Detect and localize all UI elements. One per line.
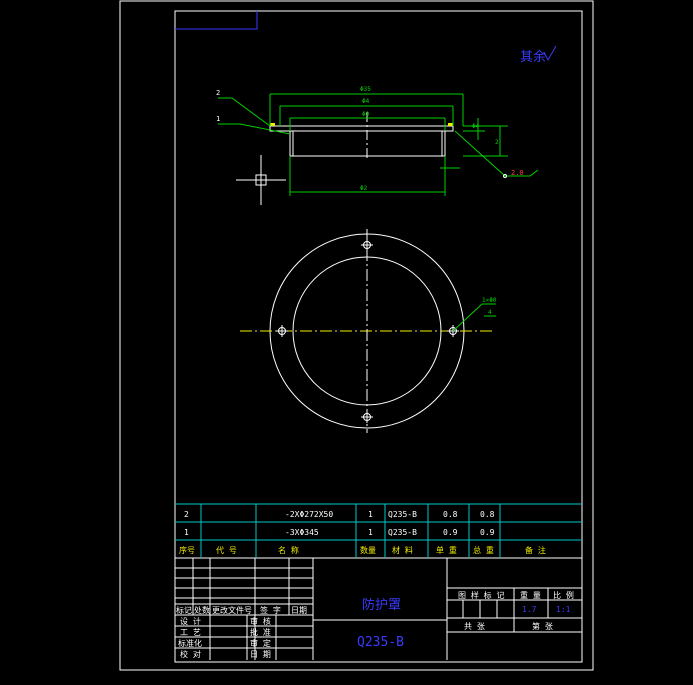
outer-border xyxy=(119,0,594,671)
roughness-note: 其余 xyxy=(520,49,546,65)
row1-qty: 1 xyxy=(368,510,373,519)
stage-label-scale: 比 例 xyxy=(553,590,574,600)
hdr-qty: 数量 xyxy=(360,545,376,555)
scale-value: 1:1 xyxy=(556,605,571,614)
dim-height: 2 xyxy=(495,139,499,146)
part-name: 防护罩 xyxy=(362,597,401,613)
cursor-crosshair-icon xyxy=(236,155,286,205)
flange-plate xyxy=(269,125,454,132)
chamfer-note: 2.0 xyxy=(511,169,524,177)
sheets-total: 共 张 xyxy=(464,622,485,631)
sign-approve: 批 准 xyxy=(250,627,271,637)
dim-mid-dia: Φ4 xyxy=(362,98,370,105)
row2-seq: 1 xyxy=(184,528,189,537)
stage-label-mark: 图 样 标 记 xyxy=(458,590,504,600)
hole-note-sub: 4 xyxy=(488,309,492,316)
sign-process: 工 艺 xyxy=(180,628,201,637)
row1-unit-wt: 0.8 xyxy=(443,510,458,519)
row1-name: -2XΦ272X50 xyxy=(285,510,333,519)
row1-total-wt: 0.8 xyxy=(480,510,495,519)
sheet-number: 第 张 xyxy=(532,621,553,631)
row2-material: Q235-B xyxy=(388,528,417,537)
row1-material: Q235-B xyxy=(388,510,417,519)
callout-1: 1 xyxy=(216,115,220,123)
row2-unit-wt: 0.9 xyxy=(443,528,458,537)
rev-label-mark: 标记 xyxy=(176,605,192,615)
hole-note: 1×Φ0 xyxy=(482,297,497,304)
callout-2: 2 xyxy=(216,89,220,97)
plan-view: 1×Φ0 4 xyxy=(240,229,497,433)
hatch-right xyxy=(448,123,453,126)
hdr-code: 代 号 xyxy=(216,545,237,555)
row2-name: -3XΦ345 xyxy=(285,528,319,537)
dim-bottom-dia: Φ2 xyxy=(360,185,368,192)
sign-standard: 标准化 xyxy=(178,638,202,648)
dim-inner-dia: Φ0 xyxy=(362,111,370,118)
sign-date: 日 期 xyxy=(250,650,271,659)
stage-label-weight: 重 量 xyxy=(520,590,541,600)
row2-qty: 1 xyxy=(368,528,373,537)
hdr-name: 名 称 xyxy=(278,545,299,555)
inner-border xyxy=(174,10,583,663)
hdr-total-wt: 总 重 xyxy=(473,545,494,555)
dim-outer-dia: Φ35 xyxy=(360,86,371,93)
weight-value: 1.7 xyxy=(522,605,537,614)
hdr-unit-wt: 单 重 xyxy=(436,545,457,555)
drawing-canvas: 其余 Φ35 Φ4 Φ0 Φ2 2 Φ4 2 1 2.0 1×Φ0 4 2 -2… xyxy=(119,0,594,671)
sign-review: 审 核 xyxy=(250,616,271,626)
part-material: Q235-B xyxy=(357,635,404,650)
sign-check: 校 对 xyxy=(180,649,201,659)
dim-thickness: Φ4 xyxy=(472,123,480,130)
rev-label-sign: 签 字 xyxy=(260,605,281,615)
row2-total-wt: 0.9 xyxy=(480,528,495,537)
hdr-note: 备 注 xyxy=(525,545,546,555)
rev-label-count: 处数 xyxy=(194,605,210,615)
sign-finalize: 审 定 xyxy=(250,638,271,648)
hdr-material: 材 料 xyxy=(392,545,413,555)
hatch-left xyxy=(270,123,275,126)
rev-label-doc: 更改文件号 xyxy=(212,605,252,615)
sign-design: 设 计 xyxy=(180,616,201,626)
rev-label-date: 日期 xyxy=(291,606,307,615)
hdr-seq: 序号 xyxy=(179,545,195,555)
code-box xyxy=(175,11,258,30)
title-block: 标记 处数 更改文件号 签 字 日期 设 计 审 核 工 艺 批 准 标准化 审… xyxy=(175,558,582,660)
parts-table: 2 -2XΦ272X50 1 Q235-B 0.8 0.8 1 -3XΦ345 … xyxy=(175,503,582,559)
row1-seq: 2 xyxy=(184,510,189,519)
